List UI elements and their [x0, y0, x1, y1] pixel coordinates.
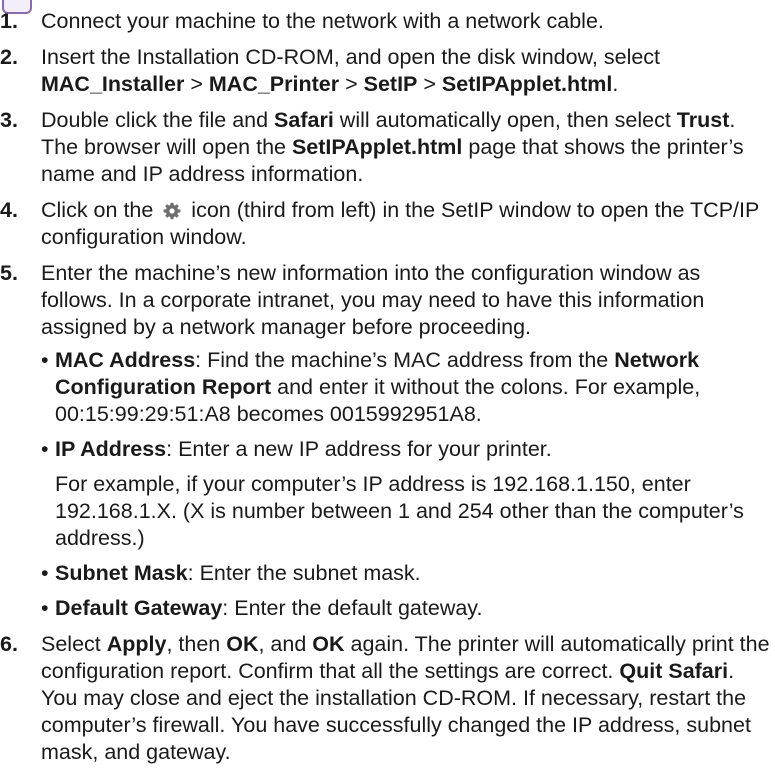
sub-item-label: MAC Address — [55, 348, 196, 372]
step-3: 3. Double click the file and Safari will… — [0, 107, 770, 188]
sub-item-text: : Enter a new IP address for your printe… — [166, 437, 552, 461]
bullet: • — [41, 348, 49, 372]
ok-term-again: OK — [312, 632, 345, 656]
step-text: will automatically open, then select — [333, 108, 677, 132]
steps-list: 1. Connect your machine to the network w… — [0, 8, 770, 775]
step-text: Insert the Installation CD-ROM, and open… — [41, 45, 661, 69]
sub-item-label: Subnet Mask — [55, 561, 188, 585]
path-separator: > — [339, 72, 364, 96]
apply-term: Apply — [106, 632, 167, 656]
sub-item-label: Default Gateway — [55, 596, 223, 620]
path-separator: > — [417, 72, 442, 96]
safari-term: Safari — [274, 108, 334, 132]
config-fields-list: • MAC Address: Find the machine’s MAC ad… — [41, 347, 770, 622]
step-6: 6. Select Apply, then OK, and OK again. … — [0, 631, 770, 766]
bullet: • — [41, 596, 49, 620]
path-setip: SetIP — [363, 72, 418, 96]
trust-term: Trust — [676, 108, 730, 132]
step-text: Enter the machine’s new information into… — [41, 261, 705, 339]
document-page: 1. Connect your machine to the network w… — [0, 0, 775, 764]
sub-item-text: : Enter the subnet mask. — [187, 561, 421, 585]
step-text-end: . — [612, 72, 619, 96]
step-number: 6. — [0, 632, 18, 656]
step-2: 2. Insert the Installation CD-ROM, and o… — [0, 44, 770, 98]
sub-item-note: For example, if your computer’s IP addre… — [55, 472, 744, 550]
step-1: 1. Connect your machine to the network w… — [0, 8, 770, 35]
bullet: • — [41, 561, 49, 585]
step-number: 1. — [0, 9, 18, 33]
sub-item-label: IP Address — [55, 437, 167, 461]
path-mac-installer: MAC_Installer — [41, 72, 185, 96]
step-text: Click on the — [41, 198, 160, 222]
step-number: 4. — [0, 198, 18, 222]
step-5: 5. Enter the machine’s new information i… — [0, 260, 770, 622]
path-setipapplet: SetIPApplet.html — [441, 72, 613, 96]
sub-item-mac-address: • MAC Address: Find the machine’s MAC ad… — [0, 347, 770, 428]
setipapplet-term: SetIPApplet.html — [291, 135, 463, 159]
step-text: Double click the file and — [41, 108, 275, 132]
step-text: , then — [166, 632, 227, 656]
step-number: 5. — [0, 261, 18, 285]
step-number: 2. — [0, 45, 18, 69]
quit-safari-term: Quit Safari — [619, 659, 729, 683]
sub-item-text: : Find the machine’s MAC address from th… — [195, 348, 615, 372]
step-text: Select — [41, 632, 107, 656]
bullet: • — [41, 437, 49, 461]
sub-item-subnet-mask: • Subnet Mask: Enter the subnet mask. — [0, 560, 770, 587]
path-separator: > — [184, 72, 209, 96]
sub-item-text: : Enter the default gateway. — [222, 596, 483, 620]
ok-term: OK — [226, 632, 259, 656]
step-text: Connect your machine to the network with… — [41, 9, 604, 33]
sub-item-default-gateway: • Default Gateway: Enter the default gat… — [0, 595, 770, 622]
sub-item-ip-address: • IP Address: Enter a new IP address for… — [0, 436, 770, 552]
path-mac-printer: MAC_Printer — [208, 72, 340, 96]
gear-icon — [161, 200, 183, 220]
step-4: 4. Click on the icon (third from left) i… — [0, 197, 770, 251]
step-number: 3. — [0, 108, 18, 132]
step-text: , and — [258, 632, 313, 656]
